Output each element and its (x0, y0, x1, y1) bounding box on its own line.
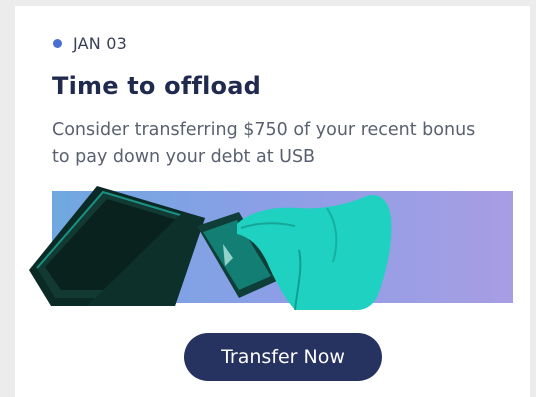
date-row: JAN 03 (53, 34, 127, 53)
status-dot-icon (53, 39, 62, 48)
card-description: Consider transferring $750 of your recen… (52, 120, 476, 167)
hand-holding-card-wallet-icon (29, 186, 392, 311)
card-date: JAN 03 (73, 34, 127, 53)
offload-card: JAN 03 Time to offload Consider transfer… (15, 6, 530, 397)
transfer-now-button[interactable]: Transfer Now (184, 333, 382, 381)
wallet-icon (29, 186, 205, 306)
card-title: Time to offload (52, 72, 262, 100)
